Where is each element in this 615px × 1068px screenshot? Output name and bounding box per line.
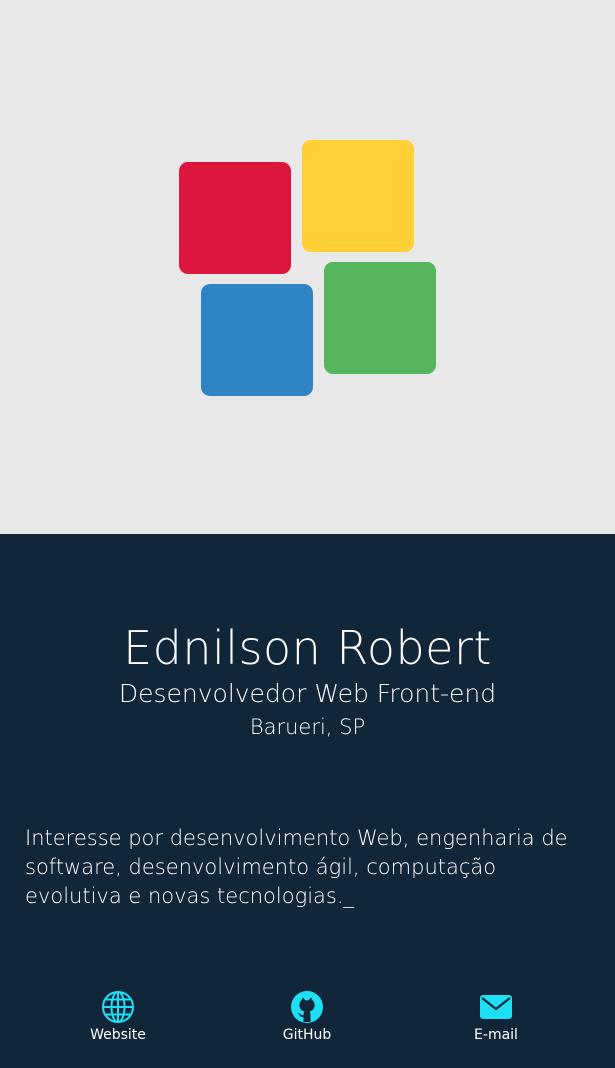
github-icon (291, 991, 323, 1023)
website-link[interactable]: Website (63, 990, 173, 1044)
profile-role: Desenvolvedor Web Front-end (118, 679, 497, 708)
globe-icon (102, 991, 134, 1023)
logo-square-red (179, 162, 291, 274)
envelope-icon (480, 995, 512, 1019)
logo-square-blue (201, 284, 313, 396)
logo-square-yellow (302, 140, 414, 252)
website-link-label: Website (90, 1027, 146, 1043)
profile-name: Ednilson Robert (123, 621, 492, 675)
social-links: Website GitHub E-mail (0, 990, 615, 1050)
profile-panel: Ednilson Robert Desenvolvedor Web Front-… (0, 534, 615, 1068)
logo-square-green (324, 262, 436, 374)
email-link[interactable]: E-mail (441, 990, 551, 1044)
logo-hero (0, 0, 615, 534)
github-link[interactable]: GitHub (252, 990, 362, 1044)
profile-bio: Interesse por desenvolvimento Web, engen… (25, 826, 568, 908)
profile-location: Barueri, SP (249, 715, 366, 739)
email-link-label: E-mail (474, 1027, 518, 1043)
github-link-label: GitHub (282, 1027, 332, 1043)
